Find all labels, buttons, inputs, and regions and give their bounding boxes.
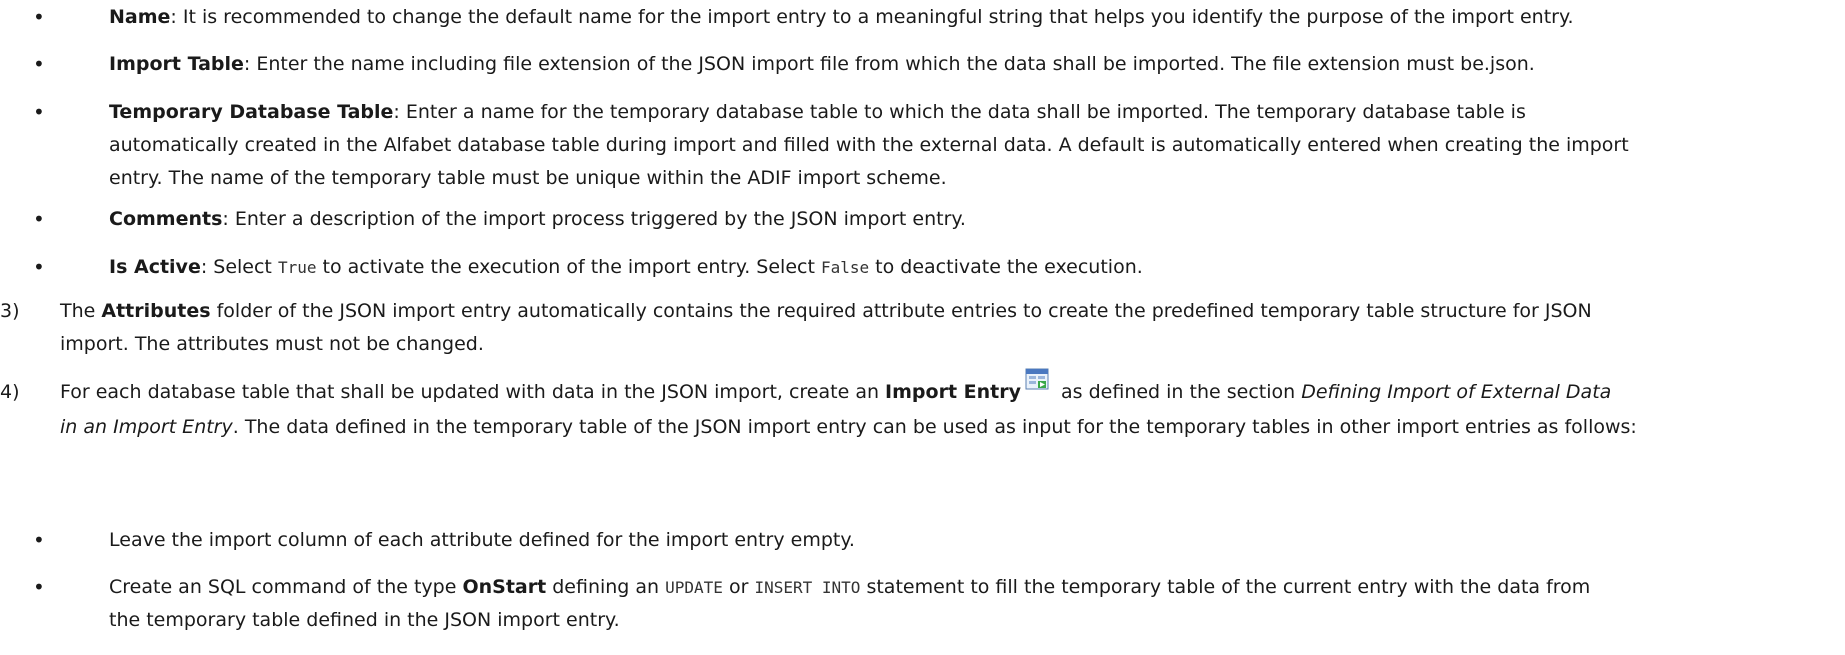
desc-comments: : Enter a description of the import proc… xyxy=(222,208,966,230)
term-comments: Comments xyxy=(109,208,223,230)
bullet-dot: • xyxy=(33,100,45,124)
term-onstart: OnStart xyxy=(462,576,547,598)
step4-mid: as defined in the section xyxy=(1054,381,1302,403)
sql-line1: statement to fill the temporary table of… xyxy=(860,576,1591,598)
desc-is-active-c: to deactivate the execution. xyxy=(869,256,1143,278)
bullet-dot: • xyxy=(33,255,45,279)
term-attributes: Attributes xyxy=(101,300,211,322)
sql-mid1: defining an xyxy=(546,576,666,598)
desc-import-table: : Enter the name including file extensio… xyxy=(243,53,1535,75)
code-true: True xyxy=(277,258,317,277)
sql-line2: the temporary table defined in the JSON … xyxy=(109,609,620,631)
bullet-dot: • xyxy=(33,575,45,599)
desc-is-active-b: to activate the execution of the import … xyxy=(316,256,821,278)
step-number: 4) xyxy=(0,381,20,403)
desc-is-active-a: : Select xyxy=(200,256,278,278)
link-defining-import: Defining Import of External Data xyxy=(1301,381,1612,403)
desc-temp-table-line1: : Enter a name for the temporary databas… xyxy=(393,101,1526,123)
bullet-dot: • xyxy=(33,528,45,552)
step3-pre: The xyxy=(60,300,102,322)
desc-leave-import-column: Leave the import column of each attribut… xyxy=(109,529,855,551)
code-update: UPDATE xyxy=(665,578,723,597)
code-insert-into: INSERT INTO xyxy=(754,578,861,597)
step4-line2: . The data defined in the temporary tabl… xyxy=(232,416,1637,438)
bullet-dot: • xyxy=(33,207,45,231)
step4-pre: For each database table that shall be up… xyxy=(60,381,886,403)
desc-temp-table-line3: entry. The name of the temporary table m… xyxy=(109,167,947,189)
bullet-dot: • xyxy=(33,52,45,76)
term-import-table: Import Table xyxy=(109,53,244,75)
step3-line1: folder of the JSON import entry automati… xyxy=(210,300,1592,322)
sql-pre: Create an SQL command of the type xyxy=(109,576,463,598)
sql-mid2: or xyxy=(722,576,755,598)
import-entry-icon xyxy=(1025,368,1049,401)
term-temp-table: Temporary Database Table xyxy=(109,101,394,123)
term-import-entry: Import Entry xyxy=(885,381,1021,403)
step-number: 3) xyxy=(0,300,20,322)
document-page: • Name: It is recommended to change the … xyxy=(0,0,1845,655)
desc-temp-table-line2: automatically created in the Alfabet dat… xyxy=(109,134,1629,156)
step3-line2: import. The attributes must not be chang… xyxy=(60,333,484,355)
code-false: False xyxy=(820,258,870,277)
term-is-active: Is Active xyxy=(109,256,201,278)
bullet-dot: • xyxy=(33,5,45,29)
link-in-an-import-entry: in an Import Entry xyxy=(60,416,233,438)
term-name: Name xyxy=(109,6,171,28)
desc-name: : It is recommended to change the defaul… xyxy=(170,6,1574,28)
